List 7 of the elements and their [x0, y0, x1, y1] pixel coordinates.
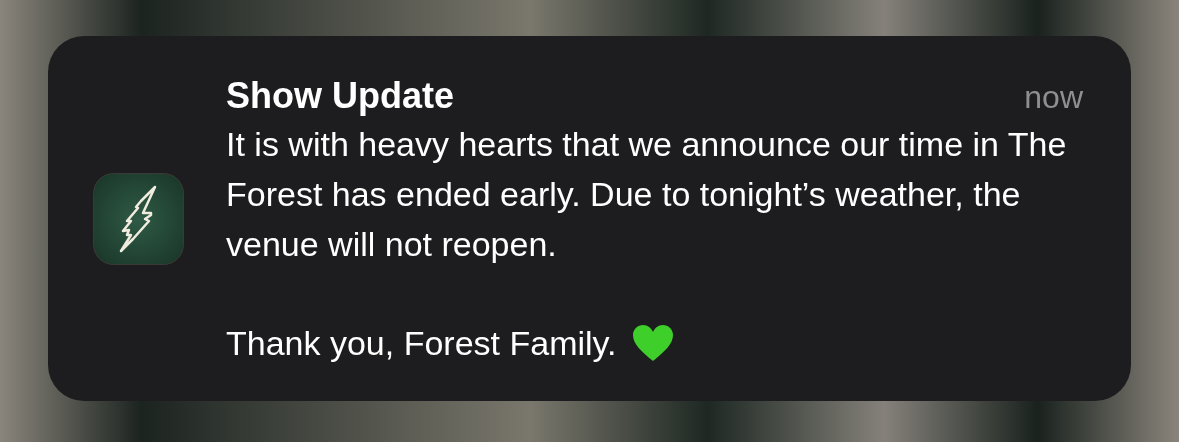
notification-message: Thank you, Forest Family.	[226, 322, 617, 364]
notification-card[interactable]: Show Update now It is with heavy hearts that we announce our time in The Forest has ended early. Due to tonight’s weather, the venue will not reopen. Thank you, Forest Family.	[48, 36, 1131, 401]
heart-icon	[630, 322, 675, 363]
notification-title: Show Update	[226, 73, 454, 118]
timestamp: now	[1024, 77, 1083, 117]
notification-message: It is with heavy hearts that we announce our time in The Forest has ended early. Due to tonight’s weather, the venue will not reopen.	[226, 123, 1068, 265]
app-icon	[93, 172, 184, 265]
